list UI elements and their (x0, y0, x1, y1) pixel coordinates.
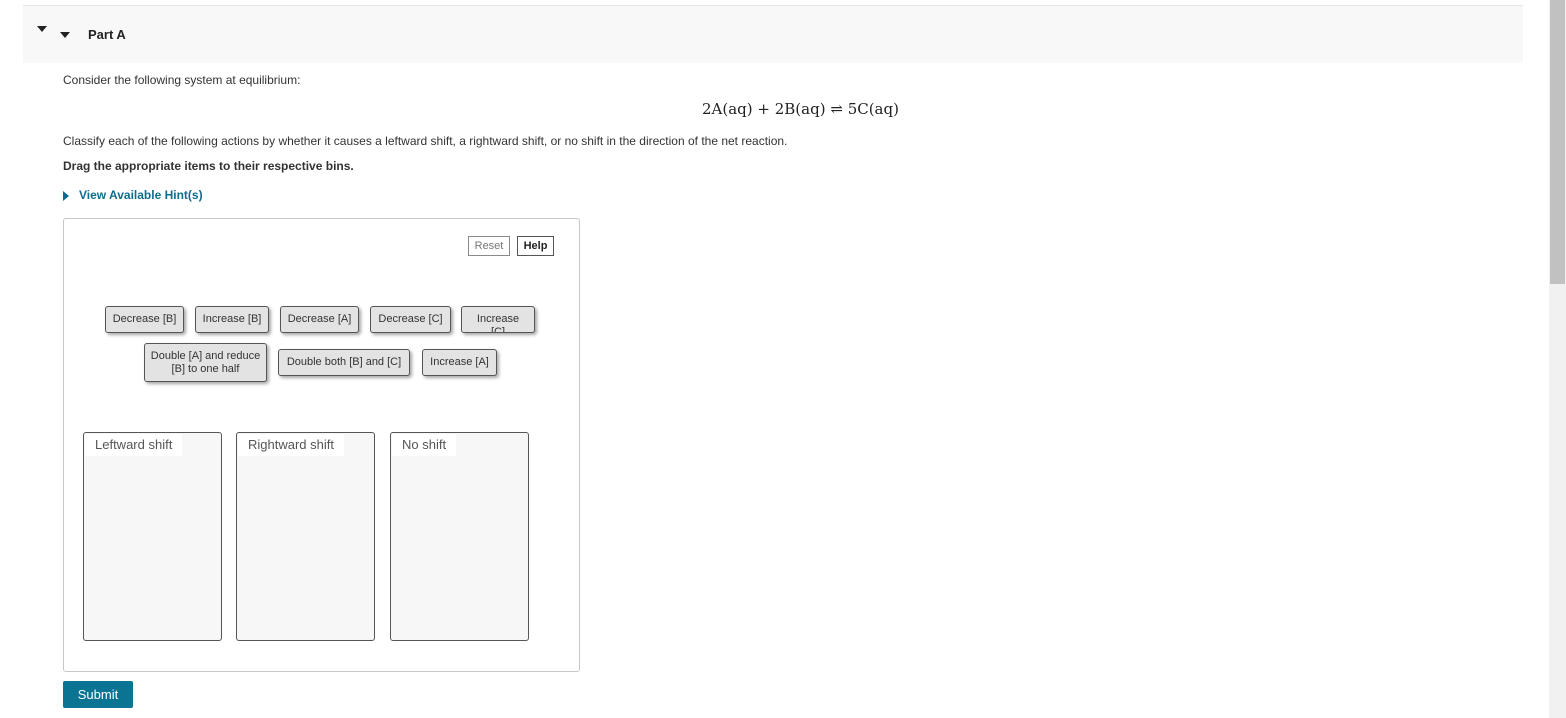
collapse-caret-icon[interactable] (60, 32, 70, 38)
help-button[interactable]: Help (517, 236, 554, 256)
bin-rightward-shift[interactable]: Rightward shift (236, 432, 375, 641)
drag-item-double-a-halve-b[interactable]: Double [A] and reduce [B] to one half (144, 343, 267, 382)
drag-instruction: Drag the appropriate items to their resp… (63, 159, 354, 173)
drag-item-increase-a[interactable]: Increase [A] (422, 349, 497, 376)
equation-right: 5C(aq) (847, 100, 899, 118)
drag-item-decrease-c[interactable]: Decrease [C] (370, 306, 451, 333)
equilibrium-arrow-icon: ⇌ (830, 100, 843, 118)
part-header[interactable]: Part A (23, 5, 1523, 63)
drag-item-decrease-b[interactable]: Decrease [B] (105, 306, 184, 333)
question-instruction: Classify each of the following actions b… (63, 134, 788, 148)
view-hints-label: View Available Hint(s) (79, 188, 203, 202)
drag-item-increase-c[interactable]: Increase [C] (461, 306, 535, 333)
part-caret-icon[interactable] (37, 26, 47, 32)
drag-item-double-b-and-c[interactable]: Double both [B] and [C] (278, 349, 410, 376)
equation-left: 2A(aq) + 2B(aq) (702, 100, 826, 118)
submit-button[interactable]: Submit (63, 681, 133, 708)
question-intro: Consider the following system at equilib… (63, 73, 301, 87)
bin-label: Rightward shift (238, 434, 344, 456)
bin-no-shift[interactable]: No shift (390, 432, 529, 641)
reset-button[interactable]: Reset (468, 236, 510, 256)
reaction-equation: 2A(aq) + 2B(aq) ⇌ 5C(aq) (702, 100, 899, 118)
drag-item-increase-b[interactable]: Increase [B] (195, 306, 269, 333)
bin-label: Leftward shift (85, 434, 183, 456)
drag-item-decrease-a[interactable]: Decrease [A] (280, 306, 359, 333)
caret-right-icon (63, 191, 69, 201)
drag-drop-widget: Reset Help Decrease [B] Increase [B] Dec… (63, 218, 580, 672)
part-title: Part A (88, 27, 126, 42)
scrollbar-thumb[interactable] (1550, 0, 1565, 284)
bin-label: No shift (392, 434, 457, 456)
bin-leftward-shift[interactable]: Leftward shift (83, 432, 222, 641)
